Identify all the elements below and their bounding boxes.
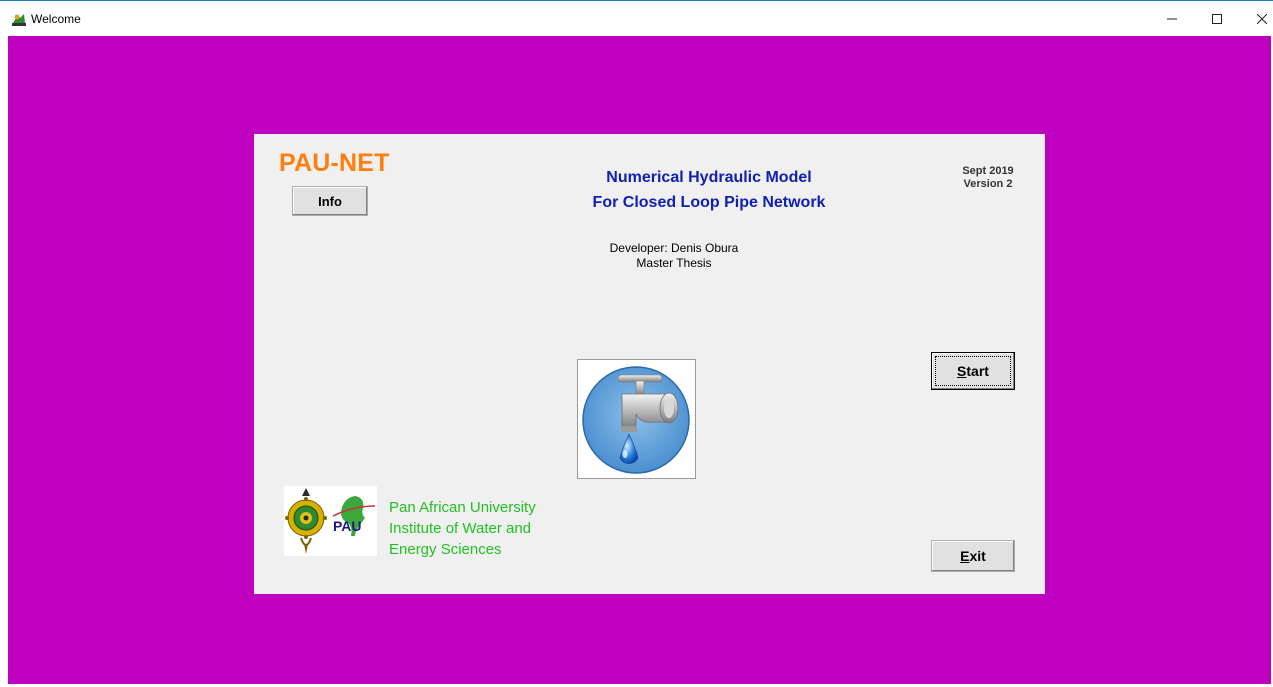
water-tap-icon <box>582 366 690 474</box>
title-bar[interactable]: Welcome <box>0 1 1273 36</box>
minimize-button[interactable] <box>1149 2 1195 36</box>
heading-line-1: Numerical Hydraulic Model <box>606 169 812 186</box>
maximize-icon <box>1212 14 1222 24</box>
info-button[interactable]: Info <box>292 186 368 216</box>
water-tap-image <box>577 359 696 479</box>
app-icon <box>12 14 26 26</box>
exit-button-label: Exit <box>960 548 986 564</box>
university-name: Pan African University Institute of Wate… <box>389 497 536 560</box>
app-name: PAU-NET <box>279 149 390 177</box>
university-seal-icon <box>284 486 329 556</box>
maximize-button[interactable] <box>1194 2 1240 36</box>
start-button[interactable]: Start <box>931 352 1015 390</box>
developer-info: Developer: Denis Obura Master Thesis <box>559 241 789 271</box>
release-date: Sept 2019 <box>962 165 1014 177</box>
exit-button[interactable]: Exit <box>931 540 1015 572</box>
model-heading: Numerical Hydraulic Model For Closed Loo… <box>554 165 864 215</box>
university-line-2: Institute of Water and <box>389 520 532 537</box>
start-button-label: Start <box>957 363 989 379</box>
version-label: Version 2 <box>963 178 1013 190</box>
thesis-label: Master Thesis <box>636 256 712 270</box>
university-line-1: Pan African University <box>389 499 536 516</box>
minimize-icon <box>1167 18 1177 20</box>
window-title: Welcome <box>31 12 81 26</box>
close-button[interactable] <box>1239 2 1273 36</box>
close-icon <box>1257 14 1267 24</box>
developer-name: Developer: Denis Obura <box>609 241 739 255</box>
welcome-window: Welcome PAU-NET Info Numerical Hydraulic… <box>0 0 1273 687</box>
university-line-3: Energy Sciences <box>389 541 502 558</box>
university-logos: PAU <box>284 486 377 556</box>
heading-line-2: For Closed Loop Pipe Network <box>592 194 826 211</box>
pau-logo-text: PAU <box>333 518 362 534</box>
welcome-panel: PAU-NET Info Numerical Hydraulic Model F… <box>254 134 1045 594</box>
version-info: Sept 2019 Version 2 <box>948 165 1028 191</box>
form-background: PAU-NET Info Numerical Hydraulic Model F… <box>8 36 1271 684</box>
pau-logo: PAU <box>329 486 377 556</box>
